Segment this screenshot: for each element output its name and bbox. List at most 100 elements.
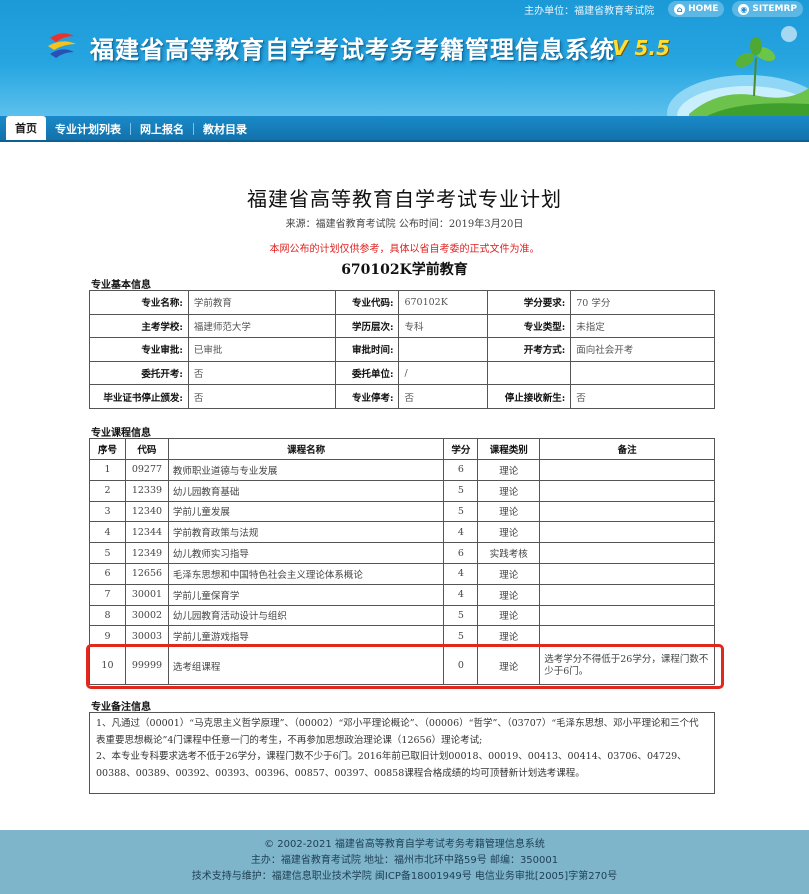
basic-info-key: 审批时间: [334,337,400,362]
sitemap-label: SITEMRP [752,4,797,14]
course-category: 理论 [477,604,541,627]
col-header-index: 序号 [89,438,126,460]
basic-info-value: 已审批 [187,337,336,362]
basic-info-value: 专科 [398,313,489,339]
col-header-course-name: 课程名称 [167,438,445,460]
course-index: 6 [89,562,126,585]
basic-info-key: 委托开考: [89,360,189,386]
tab-online-registration[interactable]: 网上报名 [131,118,193,140]
basic-info-key: 专业审批: [89,337,189,362]
basic-info-key: 专业名称: [89,290,189,315]
course-category: 理论 [477,500,541,523]
basic-info-value: 学前教育 [187,290,336,315]
course-category: 理论 [477,562,541,585]
courses-header-row: 序号 代码 课程名称 学分 课程类别 备注 [89,438,715,460]
tab-major-plan-list[interactable]: 专业计划列表 [46,118,130,140]
page-title: 福建省高等教育自学考试专业计划 [247,187,562,211]
page-root: 主办单位：福建省教育考试院 ⌂ HOME ◉ SITEMRP 福建省高等教育自学… [0,0,809,894]
course-code: 30002 [124,604,169,627]
course-name: 教师职业道德与专业发展 [167,459,445,481]
home-icon: ⌂ [674,3,686,15]
course-row: 1 09277 教师职业道德与专业发展 6 理论 [89,459,715,481]
course-name: 毛泽东思想和中国特色社会主义理论体系概论 [167,562,445,585]
basic-info-key: 主考学校: [89,313,189,339]
basic-info-key: 专业类型: [487,313,572,339]
course-credits: 4 [443,562,479,585]
basic-info-value: 70 学分 [570,290,715,315]
highlight-box [86,644,724,689]
course-remark [539,542,715,564]
basic-info-row: 毕业证书停止颁发: 否专业停考: 否停止接收新生: 否 [89,384,715,409]
course-row: 5 12349 幼儿教师实习指导 6 实践考核 [89,542,715,564]
basic-info-key: 停止接收新生: [487,384,572,409]
remarks-label: 专业备注信息 [91,702,151,713]
sponsor-text: 主办单位：福建省教育考试院 [524,5,655,17]
basic-info-value: / [398,360,489,386]
course-category: 理论 [477,479,541,502]
course-row: 3 12340 学前儿童发展 5 理论 [89,500,715,523]
basic-info-row: 主考学校: 福建师范大学 学历层次: 专科 专业类型: 未指定 [89,313,715,339]
course-credits: 5 [443,604,479,627]
course-credits: 6 [443,459,479,481]
tab-textbook-catalog[interactable]: 教材目录 [194,118,256,140]
course-index: 8 [89,604,126,627]
basic-info-key: 毕业证书停止颁发: [89,384,189,409]
basic-info-table: 专业名称: 学前教育 专业代码: 670102K 学分要求: 70 学分 主考学校: 福建师范… [89,290,715,409]
col-header-credits: 学分 [443,438,479,460]
course-name: 幼儿园教育基础 [167,479,445,502]
course-credits: 5 [443,500,479,523]
course-name: 学前教育政策与法规 [167,521,445,544]
course-remark [539,500,715,523]
course-credits: 6 [443,542,479,564]
site-logo-icon [48,33,76,58]
basic-info-row: 委托开考: 否委托单位: / [89,360,715,386]
course-remark [539,459,715,481]
course-category: 理论 [477,583,541,606]
footer-sponsor: 主办：福建省教育考试院 地址：福州市北环中路59号 邮编：350001 [250,855,559,866]
basic-info-value: 福建师范大学 [187,313,336,339]
basic-info-row: 专业名称: 学前教育 专业代码: 670102K 学分要求: 70 学分 [89,290,715,315]
col-header-remarks: 备注 [539,438,715,460]
globe-plant-decoration [667,26,809,116]
course-code: 12340 [124,500,169,523]
basic-info-row: 专业审批: 已审批 审批时间: 开考方式: 面向社会开考 [89,337,715,362]
course-row: 7 30001 学前儿童保育学 4 理论 [89,583,715,606]
basic-info-value: 670102K [398,290,489,315]
course-code: 12349 [124,542,169,564]
sitemap-link[interactable]: ◉ SITEMRP [732,1,803,17]
home-label: HOME [688,4,719,14]
course-remark [539,604,715,627]
course-index: 4 [89,521,126,544]
course-index: 5 [89,542,126,564]
course-code: 12656 [124,562,169,585]
basic-info-value: 否 [187,360,336,386]
tab-home[interactable]: 首页 [6,116,46,140]
top-strip: 主办单位：福建省教育考试院 ⌂ HOME ◉ SITEMRP [524,0,809,18]
course-index: 7 [89,583,126,606]
basic-info-value: 否 [187,384,336,409]
course-code: 09277 [124,459,169,481]
basic-info-value: 未指定 [570,313,715,339]
home-link[interactable]: ⌂ HOME [668,1,725,17]
col-header-category: 课程类别 [477,438,541,460]
main-tab-bar: 首页 专业计划列表 网上报名 教材目录 [0,116,809,142]
course-credits: 4 [443,521,479,544]
col-header-code: 代码 [124,438,169,460]
basic-info-value: 面向社会开考 [570,337,715,362]
basic-info-key: 专业停考: [334,384,400,409]
course-code: 12339 [124,479,169,502]
site-footer: © 2002-2021 福建省高等教育自学考试考务考籍管理信息系统 主办：福建省… [0,830,809,894]
basic-info-key: 专业代码: [334,290,400,315]
course-row: 2 12339 幼儿园教育基础 5 理论 [89,479,715,502]
course-remark [539,562,715,585]
course-category: 理论 [477,459,541,481]
course-credits: 5 [443,479,479,502]
basic-info-key: 学分要求: [487,290,572,315]
remark-line: 1、凡通过（00001）“马克思主义哲学原理”、（00002）“邓小平理论概论”… [96,718,699,746]
course-index: 1 [89,459,126,481]
footer-copyright: © 2002-2021 福建省高等教育自学考试考务考籍管理信息系统 [264,839,545,850]
basic-info-key: 开考方式: [487,337,572,362]
basic-info-value [398,337,489,362]
site-header: 主办单位：福建省教育考试院 ⌂ HOME ◉ SITEMRP 福建省高等教育自学… [0,0,809,116]
site-title: 福建省高等教育自学考试考务考籍管理信息系统 [90,36,615,64]
